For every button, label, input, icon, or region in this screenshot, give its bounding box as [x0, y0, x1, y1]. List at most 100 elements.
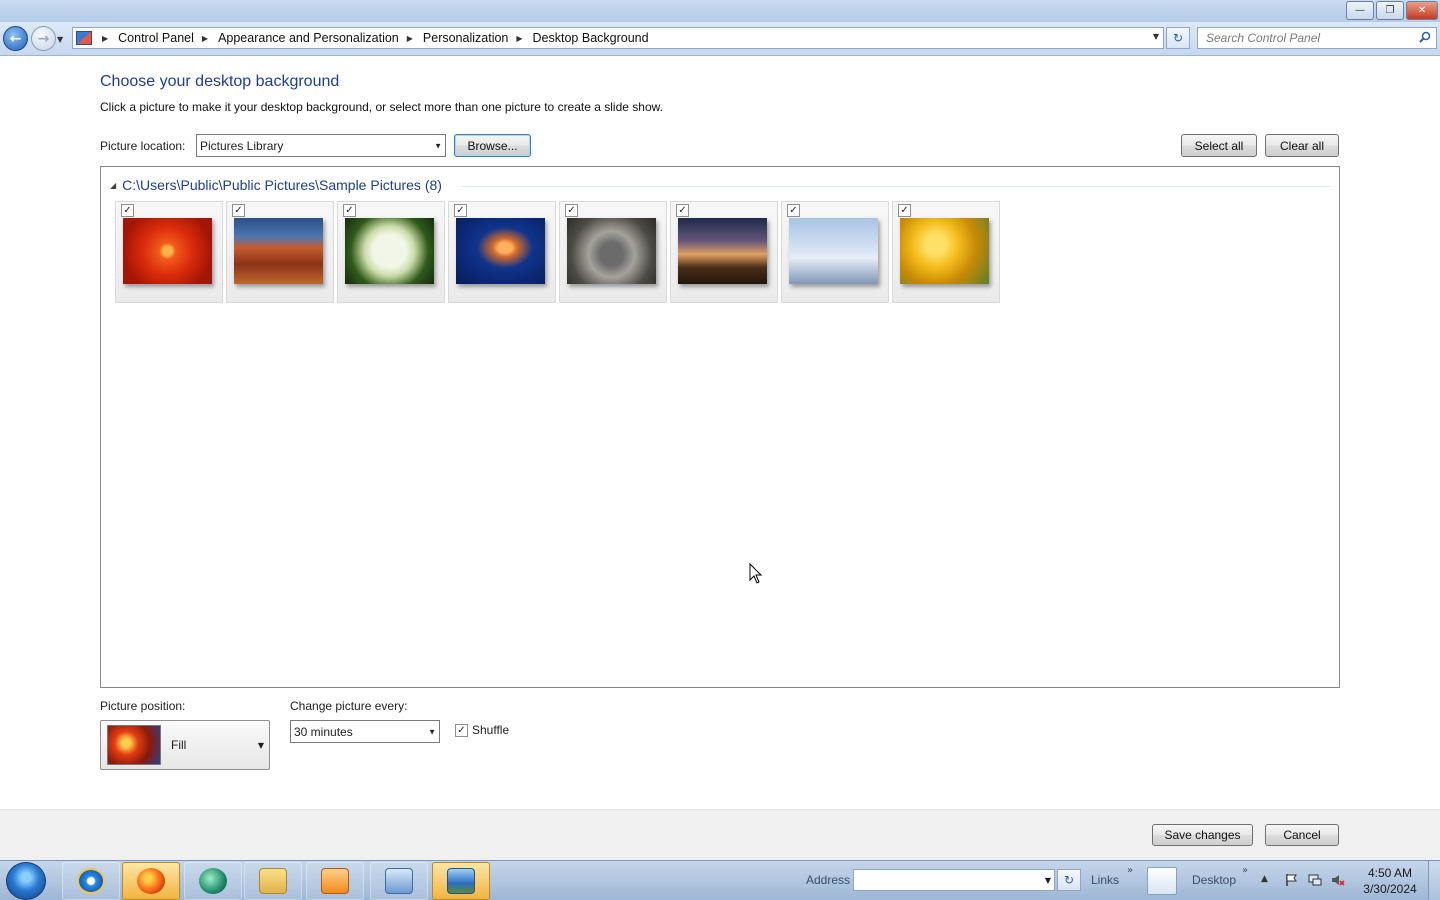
penguins-thumbnail[interactable] — [789, 218, 878, 284]
taskbar-personalization[interactable] — [432, 862, 490, 900]
checkmark-icon[interactable]: ✓ — [455, 723, 468, 737]
select-all-button[interactable]: Select all — [1181, 134, 1257, 157]
media-player-icon — [321, 868, 349, 894]
change-interval-select[interactable]: 30 minutes ▼ — [290, 720, 440, 743]
browse-button[interactable]: Browse... — [454, 134, 531, 157]
picture-chrysanthemum[interactable]: ✓ — [115, 201, 223, 303]
search-icon[interactable] — [1419, 31, 1431, 43]
picture-position-label: Picture position: — [100, 699, 186, 713]
chevron-right-icon[interactable]: ▶ — [516, 34, 522, 43]
clock-time: 4:50 AM — [1367, 866, 1413, 880]
breadcrumb-personalization[interactable]: Personalization — [423, 31, 508, 45]
breadcrumb-control-panel[interactable]: Control Panel — [118, 31, 194, 45]
shuffle-label: Shuffle — [472, 723, 510, 737]
chevron-right-icon[interactable]: ▶ — [202, 34, 208, 43]
minimize-button[interactable]: — — [1346, 1, 1374, 20]
picture-location-label: Picture location: — [100, 139, 186, 153]
lighthouse-thumbnail[interactable] — [678, 218, 767, 284]
change-picture-label: Change picture every: — [290, 699, 408, 713]
close-button[interactable]: ✕ — [1406, 1, 1438, 20]
search-input[interactable]: Search Control Panel — [1197, 27, 1437, 49]
action-center-flag-icon[interactable] — [1284, 873, 1298, 887]
restore-button[interactable]: ❐ — [1376, 1, 1404, 20]
control-panel-icon — [76, 31, 92, 45]
picture-checkbox[interactable]: ✓ — [676, 204, 689, 217]
picture-checkbox[interactable]: ✓ — [121, 204, 134, 217]
hydrangeas-thumbnail[interactable] — [345, 218, 434, 284]
picture-group-title: C:\Users\Public\Public Pictures\Sample P… — [122, 177, 442, 193]
picture-group-header[interactable]: ◢ C:\Users\Public\Public Pictures\Sample… — [110, 177, 442, 193]
breadcrumb-appearance[interactable]: Appearance and Personalization — [218, 31, 399, 45]
control-panel-icon — [385, 868, 413, 894]
taskbar-go-button[interactable]: ↻ — [1057, 869, 1081, 891]
taskbar-desktop-toolbar[interactable]: Desktop — [1192, 873, 1236, 887]
picture-checkbox[interactable]: ✓ — [565, 204, 578, 217]
double-chevron-icon[interactable]: » — [1127, 865, 1133, 876]
clock-date: 3/30/2024 — [1363, 882, 1417, 896]
save-changes-button[interactable]: Save changes — [1152, 824, 1253, 846]
picture-koala[interactable]: ✓ — [559, 201, 667, 303]
thumbnail-row: ✓ ✓ ✓ ✓ ✓ ✓ ✓ ✓ — [115, 201, 1000, 303]
picture-checkbox[interactable]: ✓ — [232, 204, 245, 217]
picture-hydrangeas[interactable]: ✓ — [337, 201, 445, 303]
show-desktop-button[interactable] — [1428, 861, 1440, 900]
volume-muted-icon[interactable] — [1331, 873, 1345, 887]
chevron-right-icon[interactable]: ▶ — [102, 34, 108, 43]
refresh-button[interactable]: ↻ — [1166, 27, 1190, 49]
internet-explorer-icon — [77, 868, 105, 894]
collapse-triangle-icon[interactable]: ◢ — [110, 181, 116, 190]
chevron-right-icon[interactable]: ▶ — [407, 34, 413, 43]
cancel-button[interactable]: Cancel — [1265, 824, 1339, 846]
picture-lighthouse[interactable]: ✓ — [670, 201, 778, 303]
position-preview-image — [107, 725, 161, 765]
mouse-cursor-icon — [749, 563, 763, 584]
chevron-down-icon: ▼ — [434, 141, 442, 150]
clear-all-button[interactable]: Clear all — [1265, 134, 1339, 157]
shuffle-checkbox[interactable]: ✓ Shuffle — [455, 723, 509, 737]
chevron-down-icon: ▼ — [428, 727, 436, 736]
jellyfish-thumbnail[interactable] — [456, 218, 545, 284]
search-placeholder: Search Control Panel — [1206, 31, 1321, 45]
desert-thumbnail[interactable] — [234, 218, 323, 284]
picture-tulips[interactable]: ✓ — [892, 201, 1000, 303]
taskbar-address-input[interactable]: ▼ — [853, 869, 1055, 891]
picture-position-value: Fill — [171, 738, 187, 752]
picture-list[interactable]: ◢ C:\Users\Public\Public Pictures\Sample… — [100, 166, 1340, 688]
pen-tool-icon[interactable] — [1147, 867, 1177, 895]
recent-pages-dropdown[interactable]: ▼ — [57, 35, 63, 44]
group-divider — [461, 186, 1331, 187]
chevron-down-icon[interactable]: ▼ — [1045, 876, 1051, 885]
chevron-down-icon: ▼ — [257, 741, 264, 750]
picture-location-select[interactable]: Pictures Library ▼ — [196, 134, 446, 157]
taskbar-internet-explorer[interactable] — [62, 862, 120, 900]
taskbar-windows-explorer[interactable] — [244, 862, 302, 900]
picture-position-select[interactable]: Fill ▼ — [100, 720, 270, 770]
taskbar-control-panel[interactable] — [370, 862, 428, 900]
folder-icon — [259, 868, 287, 894]
taskbar-address-label: Address — [806, 873, 851, 887]
chevron-down-icon[interactable]: ▼ — [1153, 32, 1159, 41]
system-clock[interactable]: 4:50 AM 3/30/2024 — [1360, 865, 1420, 897]
breadcrumb-desktop-background[interactable]: Desktop Background — [533, 31, 649, 45]
picture-jellyfish[interactable]: ✓ — [448, 201, 556, 303]
picture-checkbox[interactable]: ✓ — [898, 204, 911, 217]
picture-checkbox[interactable]: ✓ — [787, 204, 800, 217]
network-icon[interactable] — [1308, 873, 1322, 887]
double-chevron-icon[interactable]: » — [1242, 865, 1248, 876]
picture-desert[interactable]: ✓ — [226, 201, 334, 303]
taskbar-links-toolbar[interactable]: Links — [1091, 873, 1119, 887]
taskbar-firefox[interactable] — [122, 862, 180, 900]
picture-penguins[interactable]: ✓ — [781, 201, 889, 303]
back-button[interactable]: ← — [3, 26, 28, 51]
taskbar-chat-app[interactable] — [184, 862, 242, 900]
taskbar-media-player[interactable] — [306, 862, 364, 900]
address-bar[interactable]: ▶ Control Panel ▶ Appearance and Persona… — [72, 27, 1164, 49]
chrysanthemum-thumbnail[interactable] — [123, 218, 212, 284]
forward-button[interactable]: → — [31, 26, 56, 51]
tulips-thumbnail[interactable] — [900, 218, 989, 284]
picture-checkbox[interactable]: ✓ — [454, 204, 467, 217]
show-hidden-icons-icon[interactable]: ▲ — [1261, 874, 1268, 884]
picture-checkbox[interactable]: ✓ — [343, 204, 356, 217]
koala-thumbnail[interactable] — [567, 218, 656, 284]
start-button[interactable] — [6, 862, 46, 900]
